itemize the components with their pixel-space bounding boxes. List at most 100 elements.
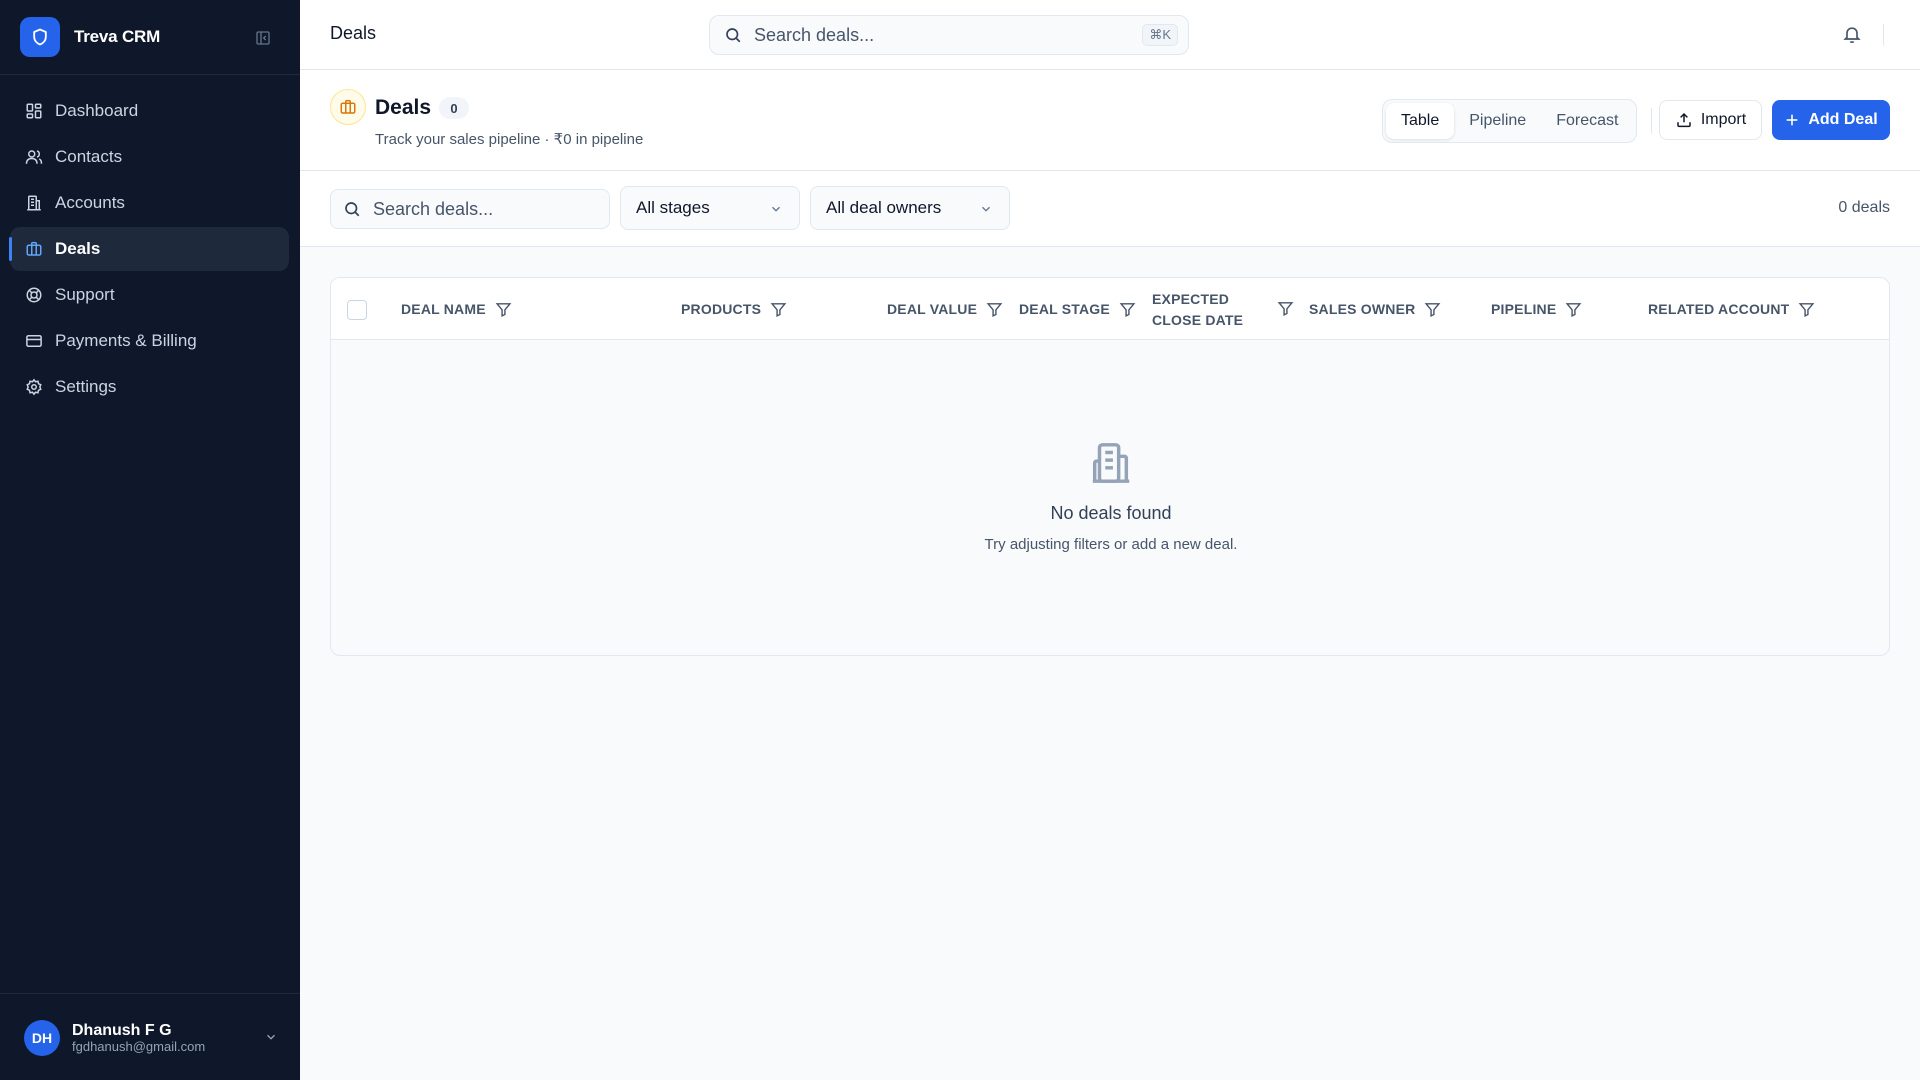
column-label: DEAL STAGE [1019,301,1110,317]
chevron-down-icon [769,202,783,216]
tab-pipeline[interactable]: Pipeline [1454,103,1541,139]
filter-icon[interactable] [986,301,1003,318]
column-label: DEAL NAME [401,301,486,317]
sidebar-item-dashboard[interactable]: Dashboard [10,89,289,133]
filter-icon[interactable] [1424,301,1441,318]
section-subtitle: Track your sales pipeline · ₹0 in pipeli… [375,131,644,148]
tab-table[interactable]: Table [1386,103,1455,139]
search-icon [724,26,742,44]
sidebar-item-payments-billing[interactable]: Payments & Billing [10,319,289,363]
count-badge: 0 [439,97,469,119]
sidebar-item-settings[interactable]: Settings [10,365,289,409]
column-label: CLOSE DATE [1152,312,1244,328]
column-deal-name: DEAL NAME [401,278,512,340]
filter-icon[interactable] [1277,300,1294,317]
import-button[interactable]: Import [1659,100,1762,140]
shield-icon [20,17,60,57]
shortcut-hint: ⌘K [1142,24,1178,46]
divider [1651,108,1652,134]
building-icon [1088,440,1134,486]
plus-icon [1784,112,1800,128]
filter-icon[interactable] [1119,301,1136,318]
topbar: Deals ⌘K [300,0,1920,70]
column-label: DEAL VALUE [887,301,978,317]
brand[interactable]: Treva CRM [20,17,280,57]
column-pipeline: PIPELINE [1491,278,1582,340]
filter-icon[interactable] [1565,301,1582,318]
sidebar-item-label: Contacts [55,147,123,166]
filter-icon[interactable] [770,301,787,318]
deal-search-input[interactable] [373,198,593,220]
filter-icon[interactable] [495,301,512,318]
page-title: Deals [330,23,377,43]
column-sales-owner: SALES OWNER [1309,278,1441,340]
sidebar-item-deals[interactable]: Deals [9,227,289,271]
stage-select[interactable]: All stages [620,186,800,230]
column-expected-close-date: EXPECTED CLOSE DATE [1152,289,1243,331]
building-icon [24,193,44,213]
sidebar-item-support[interactable]: Support [10,273,289,317]
filter-icon[interactable] [1798,301,1815,318]
user-email: fgdhanush@gmail.com [72,1038,206,1054]
search-icon [343,200,361,218]
briefcase-icon [330,89,366,125]
avatar: DH [24,1020,60,1056]
sidebar-item-accounts[interactable]: Accounts [10,181,289,225]
divider [1883,24,1884,46]
column-label: RELATED ACCOUNT [1648,301,1790,317]
owner-select[interactable]: All deal owners [810,186,1010,230]
view-toggle: Table Pipeline Forecast [1382,99,1638,143]
add-deal-button[interactable]: Add Deal [1772,100,1890,140]
sidebar-divider [0,74,300,75]
deals-count: 0 deals [1838,199,1890,216]
users-icon [24,147,44,167]
empty-state: No deals found Try adjusting filters or … [331,340,1889,655]
column-products: PRODUCTS [681,278,787,340]
sidebar-collapse-button[interactable] [252,27,274,49]
column-related-account: RELATED ACCOUNT [1648,278,1815,340]
sidebar-item-label: Settings [55,377,117,396]
bell-icon[interactable] [1842,24,1862,44]
deal-search[interactable] [330,189,610,229]
section-title: Deals [375,96,432,119]
user-menu[interactable]: DH Dhanush F G fgdhanush@gmail.com [24,1020,278,1056]
owner-select-value: All deal owners [826,198,942,217]
sidebar-item-label: Accounts [55,193,125,212]
column-deal-stage: DEAL STAGE [1019,278,1136,340]
sidebar: Treva CRM Dashboard Contacts Accounts De… [0,0,300,1080]
dashboard-icon [24,101,44,121]
column-label: PIPELINE [1491,301,1557,317]
sidebar-item-contacts[interactable]: Contacts [10,135,289,179]
user-name: Dhanush F G [72,1022,172,1040]
lifebuoy-icon [24,285,44,305]
global-search[interactable]: ⌘K [709,15,1189,55]
chevron-down-icon [979,202,993,216]
sidebar-nav: Dashboard Contacts Accounts Deals Suppor… [9,89,289,411]
column-deal-value: DEAL VALUE [887,278,1003,340]
column-label: EXPECTED [1152,291,1230,307]
sidebar-item-label: Dashboard [55,101,139,120]
credit-card-icon [24,331,44,351]
tab-forecast[interactable]: Forecast [1541,103,1633,139]
filter-bar: All stages All deal owners 0 deals [300,171,1920,247]
column-label: PRODUCTS [681,301,762,317]
upload-icon [1675,111,1693,129]
table-header: DEAL NAME PRODUCTS DEAL VALUE DEAL STAGE… [331,278,1889,340]
briefcase-icon [24,239,44,259]
sidebar-item-label: Deals [55,239,101,258]
sidebar-item-label: Payments & Billing [55,331,197,350]
global-search-input[interactable] [754,24,1114,46]
column-label: SALES OWNER [1309,301,1416,317]
select-all-checkbox[interactable] [347,300,367,320]
gear-icon [24,377,44,397]
page-header: Deals 0 Track your sales pipeline · ₹0 i… [300,70,1920,171]
add-deal-label: Add Deal [1808,111,1878,128]
empty-state-subtitle: Try adjusting filters or add a new deal. [984,536,1238,553]
app-name: Treva CRM [74,27,161,46]
deals-table: DEAL NAME PRODUCTS DEAL VALUE DEAL STAGE… [330,277,1890,656]
chevron-down-icon [264,1030,278,1044]
stage-select-value: All stages [636,198,710,217]
import-label: Import [1700,111,1747,128]
sidebar-item-label: Support [55,285,115,304]
sidebar-divider [0,993,300,994]
